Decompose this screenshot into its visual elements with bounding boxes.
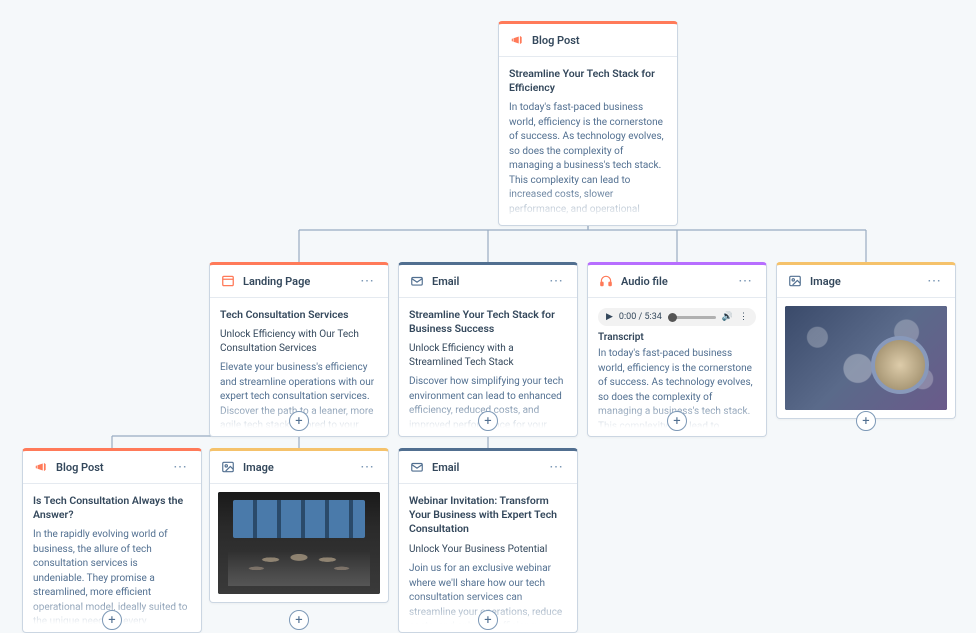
megaphone-icon bbox=[509, 32, 525, 48]
card-menu-icon[interactable]: ⋯ bbox=[169, 461, 191, 473]
card-type-label: Image bbox=[810, 275, 923, 288]
add-node-button[interactable]: + bbox=[102, 610, 122, 630]
audio-track[interactable] bbox=[668, 316, 716, 319]
card-type-label: Landing Page bbox=[243, 275, 356, 288]
card-email-2[interactable]: Email ⋯ Webinar Invitation: Transform Yo… bbox=[398, 448, 578, 633]
card-subtitle: Unlock Efficiency with a Streamlined Tec… bbox=[409, 342, 567, 369]
envelope-icon bbox=[409, 273, 425, 289]
audio-player[interactable]: ▶ 0:00 / 5:34 🔊 ⋮ bbox=[598, 308, 756, 326]
transcript-label: Transcript bbox=[598, 332, 756, 343]
image-icon bbox=[787, 273, 803, 289]
card-type-label: Email bbox=[432, 461, 545, 474]
card-menu-icon[interactable]: ⋯ bbox=[923, 275, 945, 287]
audio-more-icon[interactable]: ⋮ bbox=[739, 312, 748, 322]
envelope-icon bbox=[409, 459, 425, 475]
add-node-button[interactable]: + bbox=[478, 610, 498, 630]
add-node-button[interactable]: + bbox=[289, 411, 309, 431]
card-title: Webinar Invitation: Transform Your Busin… bbox=[409, 494, 567, 537]
card-blog-post-2[interactable]: Blog Post ⋯ Is Tech Consultation Always … bbox=[22, 448, 202, 633]
card-title: Is Tech Consultation Always the Answer? bbox=[33, 494, 191, 522]
card-title: Streamline Your Tech Stack for Efficienc… bbox=[509, 67, 667, 95]
play-icon[interactable]: ▶ bbox=[606, 312, 613, 322]
card-menu-icon[interactable]: ⋯ bbox=[356, 461, 378, 473]
card-title: Streamline Your Tech Stack for Business … bbox=[409, 308, 567, 336]
megaphone-icon bbox=[33, 459, 49, 475]
card-menu-icon[interactable]: ⋯ bbox=[734, 275, 756, 287]
card-type-label: Image bbox=[243, 461, 356, 474]
volume-icon[interactable]: 🔊 bbox=[722, 312, 733, 322]
card-image-1[interactable]: Image ⋯ bbox=[776, 262, 956, 419]
card-type-label: Blog Post bbox=[532, 34, 667, 47]
add-node-button[interactable]: + bbox=[478, 411, 498, 431]
audio-time: 0:00 / 5:34 bbox=[619, 312, 662, 322]
card-body-text: In today's fast-paced business world, ef… bbox=[509, 101, 667, 217]
image-thumbnail bbox=[218, 492, 380, 594]
card-image-2[interactable]: Image ⋯ bbox=[209, 448, 389, 603]
add-node-button[interactable]: + bbox=[289, 610, 309, 630]
diagram-canvas[interactable]: Blog Post Streamline Your Tech Stack for… bbox=[0, 0, 976, 612]
headphones-icon bbox=[598, 273, 614, 289]
card-subtitle: Unlock Efficiency with Our Tech Consulta… bbox=[220, 328, 378, 355]
add-node-button[interactable]: + bbox=[856, 411, 876, 431]
card-subtitle: Unlock Your Business Potential bbox=[409, 543, 567, 557]
card-root-blog-post[interactable]: Blog Post Streamline Your Tech Stack for… bbox=[498, 21, 678, 226]
window-icon bbox=[220, 273, 236, 289]
card-menu-icon[interactable]: ⋯ bbox=[545, 461, 567, 473]
add-node-button[interactable]: + bbox=[667, 411, 687, 431]
card-title: Tech Consultation Services bbox=[220, 308, 378, 322]
card-menu-icon[interactable]: ⋯ bbox=[545, 275, 567, 287]
card-menu-icon[interactable]: ⋯ bbox=[356, 275, 378, 287]
card-type-label: Email bbox=[432, 275, 545, 288]
image-thumbnail bbox=[785, 306, 947, 410]
image-icon bbox=[220, 459, 236, 475]
card-type-label: Blog Post bbox=[56, 461, 169, 474]
card-type-label: Audio file bbox=[621, 275, 734, 288]
